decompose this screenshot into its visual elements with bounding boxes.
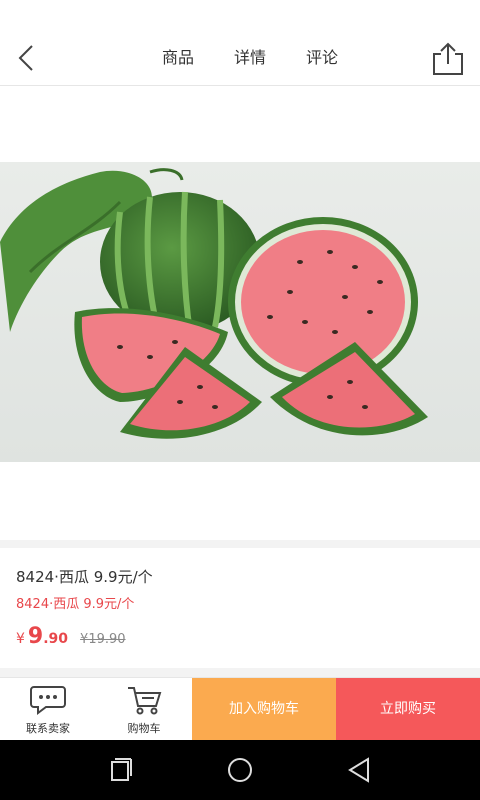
half-watermelon xyxy=(228,217,418,387)
contact-seller-label: 联系卖家 xyxy=(26,722,70,735)
product-info: 8424·西瓜 9.9元/个 8424·西瓜 9.9元/个 ¥ 9 .90 ¥1… xyxy=(0,548,480,668)
price-integer: 9 xyxy=(27,624,44,649)
contact-seller-button[interactable]: 联系卖家 xyxy=(0,678,96,740)
bottom-action-bar: 联系卖家 购物车 加入购物车 立即购买 xyxy=(0,677,480,741)
product-subtitle: 8424·西瓜 9.9元/个 xyxy=(16,597,135,612)
chat-bubble-icon xyxy=(30,686,66,715)
tab-reviews[interactable]: 评论 xyxy=(286,44,358,86)
section-divider xyxy=(0,540,480,548)
original-price: ¥19.90 xyxy=(80,632,126,647)
shopping-cart-label: 购物车 xyxy=(127,722,161,735)
product-photo[interactable] xyxy=(0,162,480,462)
header: 商品 详情 评论 xyxy=(0,0,480,98)
buy-now-button[interactable]: 立即购买 xyxy=(336,678,480,741)
price-row: ¥ 9 .90 ¥19.90 xyxy=(16,624,126,649)
cart-icon xyxy=(128,687,162,715)
chevron-left-icon xyxy=(18,45,33,71)
home-icon[interactable] xyxy=(224,754,256,786)
price-decimal: .90 xyxy=(43,631,69,647)
recent-apps-icon[interactable] xyxy=(104,754,136,786)
product-title: 8424·西瓜 9.9元/个 xyxy=(16,568,153,586)
share-button[interactable] xyxy=(430,40,466,78)
system-navigation-bar xyxy=(0,740,480,800)
back-triangle-icon[interactable] xyxy=(344,754,376,786)
product-image-area xyxy=(0,86,480,540)
add-to-cart-button[interactable]: 加入购物车 xyxy=(192,678,336,741)
share-icon xyxy=(433,42,463,75)
price-currency: ¥ xyxy=(16,631,25,647)
shopping-cart-button[interactable]: 购物车 xyxy=(96,678,192,740)
tab-product[interactable]: 商品 xyxy=(142,44,214,98)
section-divider xyxy=(0,668,480,677)
back-button[interactable] xyxy=(10,38,50,78)
tab-details[interactable]: 详情 xyxy=(214,44,286,86)
tab-bar: 商品 详情 评论 xyxy=(142,44,358,98)
